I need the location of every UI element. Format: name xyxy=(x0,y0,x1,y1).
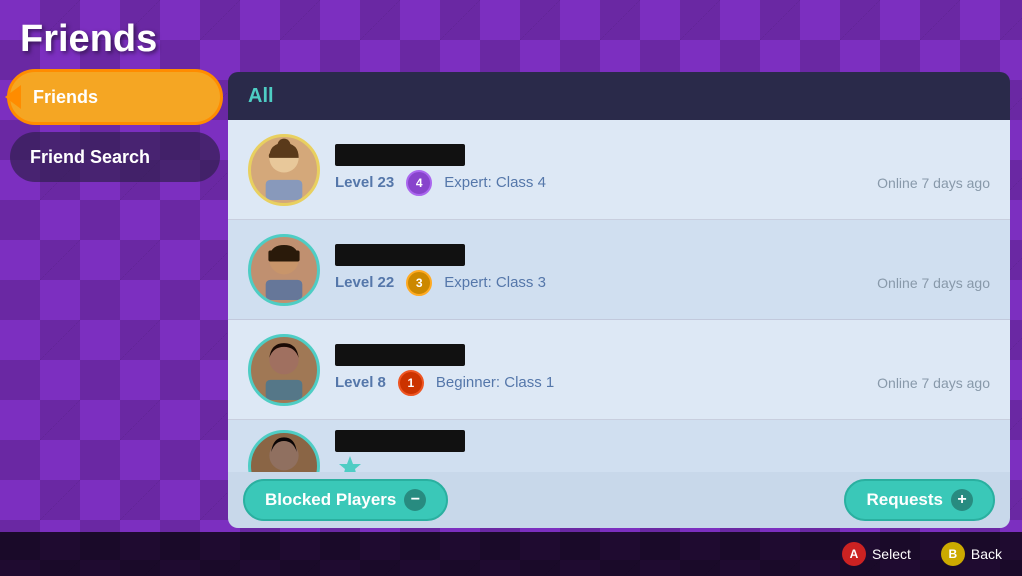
table-row[interactable]: Level 22 3 Expert: Class 3 Online 7 days… xyxy=(228,220,1010,320)
friend-level: Level 22 xyxy=(335,274,394,291)
sidebar-arrow xyxy=(5,85,21,109)
avatar xyxy=(248,430,320,472)
rank-badge: 1 xyxy=(398,370,424,396)
table-row[interactable] xyxy=(228,420,1010,472)
friend-online: Online 7 days ago xyxy=(877,375,990,391)
friend-stats: Level 23 4 Expert: Class 4 Online 7 days… xyxy=(335,170,990,196)
table-row[interactable]: Level 23 4 Expert: Class 4 Online 7 days… xyxy=(228,120,1010,220)
friend-level: Level 8 xyxy=(335,374,386,391)
friend-name-redacted xyxy=(335,344,465,366)
sidebar-item-friend-search[interactable]: Friend Search xyxy=(10,132,220,182)
tab-all[interactable]: All xyxy=(248,85,274,108)
avatar xyxy=(248,334,320,406)
friend-rank-text: Expert: Class 4 xyxy=(444,174,546,191)
rank-badge: 3 xyxy=(406,270,432,296)
avatar xyxy=(248,234,320,306)
friend-online: Online 7 days ago xyxy=(877,175,990,191)
main-panel: All Level 23 xyxy=(228,72,1010,528)
page-title: Friends xyxy=(20,18,157,61)
sidebar-item-friends[interactable]: Friends xyxy=(10,72,220,122)
tab-header: All xyxy=(228,72,1010,120)
friend-level: Level 23 xyxy=(335,174,394,191)
rank-badge: 4 xyxy=(406,170,432,196)
friends-list: Level 23 4 Expert: Class 4 Online 7 days… xyxy=(228,120,1010,472)
bottom-bar: A Select B Back xyxy=(0,532,1022,576)
friend-stats: Level 8 1 Beginner: Class 1 Online 7 day… xyxy=(335,370,990,396)
friend-info xyxy=(335,430,990,472)
friend-rank-text: Expert: Class 3 xyxy=(444,274,546,291)
select-action: A Select xyxy=(842,542,911,566)
back-action: B Back xyxy=(941,542,1002,566)
friend-stats xyxy=(335,456,990,472)
sidebar: Friends Friend Search xyxy=(10,72,220,182)
friend-info: Level 22 3 Expert: Class 3 Online 7 days… xyxy=(335,244,990,296)
blocked-players-button[interactable]: Blocked Players − xyxy=(243,479,448,521)
table-row[interactable]: Level 8 1 Beginner: Class 1 Online 7 day… xyxy=(228,320,1010,420)
requests-button[interactable]: Requests + xyxy=(844,479,995,521)
avatar xyxy=(248,134,320,206)
friend-rank-text: Beginner: Class 1 xyxy=(436,374,554,391)
friend-info: Level 23 4 Expert: Class 4 Online 7 days… xyxy=(335,144,990,196)
requests-icon: + xyxy=(951,489,973,511)
friend-name-redacted xyxy=(335,244,465,266)
blocked-icon: − xyxy=(404,489,426,511)
a-badge: A xyxy=(842,542,866,566)
b-badge: B xyxy=(941,542,965,566)
friend-name-redacted xyxy=(335,144,465,166)
friend-stats: Level 22 3 Expert: Class 3 Online 7 days… xyxy=(335,270,990,296)
friend-info: Level 8 1 Beginner: Class 1 Online 7 day… xyxy=(335,344,990,396)
bottom-buttons: Blocked Players − Requests + xyxy=(228,472,1010,528)
friend-online: Online 7 days ago xyxy=(877,275,990,291)
friend-name-redacted xyxy=(335,430,465,452)
